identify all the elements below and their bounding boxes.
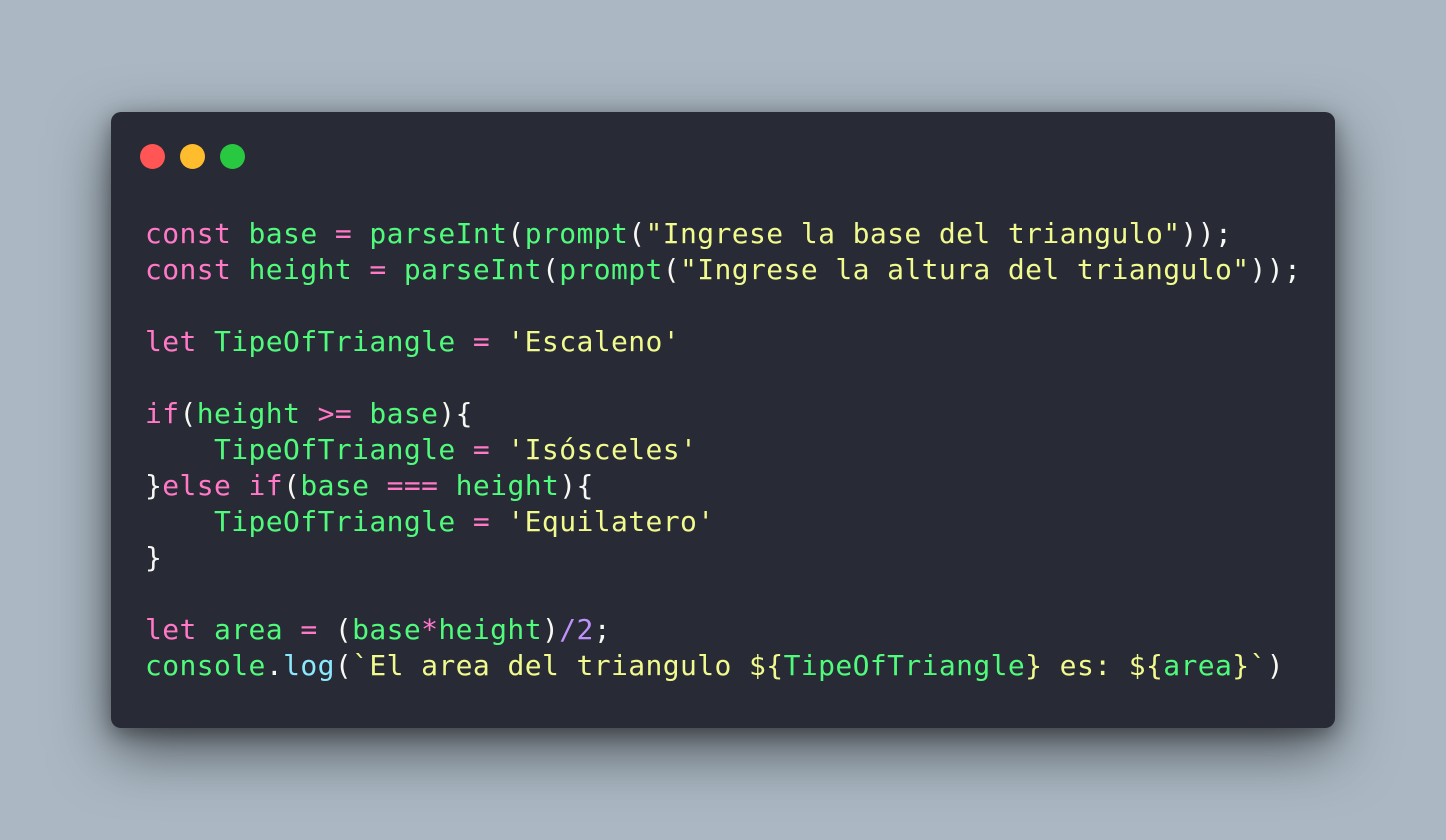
- code-token: .: [265, 649, 284, 682]
- code-token: 'Escaleno': [507, 325, 680, 358]
- code-token: height: [438, 613, 542, 646]
- code-token: (: [541, 253, 560, 286]
- code-token: parseInt: [403, 253, 542, 286]
- maximize-dot-icon[interactable]: [220, 144, 245, 169]
- code-token: } es:: [1025, 649, 1129, 682]
- code-token: const: [145, 253, 249, 286]
- code-token: /: [559, 613, 577, 646]
- code-line: const base = parseInt(prompt("Ingrese la…: [145, 216, 1301, 252]
- code-token: 2: [576, 613, 594, 646]
- code-token: height: [455, 469, 560, 502]
- code-token: "Ingrese la base del triangulo": [645, 217, 1181, 250]
- code-token: ){: [559, 469, 594, 502]
- code-line: const height = parseInt(prompt("Ingrese …: [145, 252, 1301, 288]
- code-token: ){: [438, 397, 473, 430]
- code-line: if(height >= base){: [145, 396, 1301, 432]
- code-token: (: [334, 649, 353, 682]
- code-token: *: [421, 613, 439, 646]
- code-token: ${: [749, 649, 784, 682]
- code-token: ): [541, 613, 560, 646]
- code-token: (: [662, 253, 681, 286]
- code-token: =: [455, 325, 508, 358]
- code-token: (: [334, 613, 353, 646]
- code-token: ===: [369, 469, 456, 502]
- window-controls: [140, 144, 245, 169]
- code-token: }: [145, 541, 163, 574]
- code-token: (: [179, 397, 197, 430]
- code-token: area: [214, 613, 284, 646]
- code-token: ${: [1128, 649, 1164, 682]
- code-token: parseInt: [369, 217, 508, 250]
- code-window: const base = parseInt(prompt("Ingrese la…: [111, 112, 1335, 728]
- code-line: TipeOfTriangle = 'Isósceles': [145, 432, 1301, 468]
- code-token: (: [283, 469, 301, 502]
- code-token: base: [369, 397, 439, 430]
- code-token: TipeOfTriangle: [214, 325, 456, 358]
- code-token: =: [283, 613, 335, 646]
- code-token: =: [455, 433, 508, 466]
- code-token: =: [317, 217, 370, 250]
- code-token: 'Equilatero': [507, 505, 715, 538]
- code-line: TipeOfTriangle = 'Equilatero': [145, 504, 1301, 540]
- code-line: }: [145, 540, 1301, 576]
- code-token: height: [196, 397, 301, 430]
- code-token: prompt: [524, 217, 629, 250]
- code-token: let: [145, 613, 215, 646]
- code-line: }else if(base === height){: [145, 468, 1301, 504]
- code-token: ): [1266, 649, 1285, 682]
- code-token: else if: [162, 469, 284, 502]
- code-token: log: [283, 649, 335, 682]
- code-token: const: [145, 217, 249, 250]
- code-token: }`: [1232, 649, 1267, 682]
- code-token: ;: [593, 613, 612, 646]
- code-token: let: [145, 325, 215, 358]
- code-token: base: [300, 469, 370, 502]
- code-line: let area = (base*height)/2;: [145, 612, 1301, 648]
- code-token: "Ingrese la altura del triangulo": [680, 253, 1250, 286]
- code-token: base: [248, 217, 318, 250]
- code-token: `El area del triangulo: [352, 649, 750, 682]
- minimize-dot-icon[interactable]: [180, 144, 205, 169]
- code-token: (: [628, 217, 646, 250]
- code-token: }: [145, 469, 163, 502]
- code-token: 'Isósceles': [507, 433, 698, 466]
- code-token: base: [352, 613, 422, 646]
- code-block: const base = parseInt(prompt("Ingrese la…: [145, 216, 1301, 684]
- code-token: console: [145, 649, 266, 682]
- code-token: prompt: [559, 253, 663, 286]
- code-token: >=: [300, 397, 370, 430]
- code-line: let TipeOfTriangle = 'Escaleno': [145, 324, 1301, 360]
- code-token: if: [145, 397, 180, 430]
- code-line: console.log(`El area del triangulo ${Tip…: [145, 648, 1301, 684]
- code-token: =: [455, 505, 508, 538]
- close-dot-icon[interactable]: [140, 144, 165, 169]
- code-token: =: [352, 253, 404, 286]
- code-token: ));: [1249, 253, 1302, 286]
- code-token: ));: [1180, 217, 1233, 250]
- code-token: height: [248, 253, 353, 286]
- code-token: TipeOfTriangle: [214, 433, 456, 466]
- code-token: area: [1163, 649, 1233, 682]
- code-token: TipeOfTriangle: [783, 649, 1026, 682]
- code-token: TipeOfTriangle: [214, 505, 456, 538]
- code-token: (: [507, 217, 525, 250]
